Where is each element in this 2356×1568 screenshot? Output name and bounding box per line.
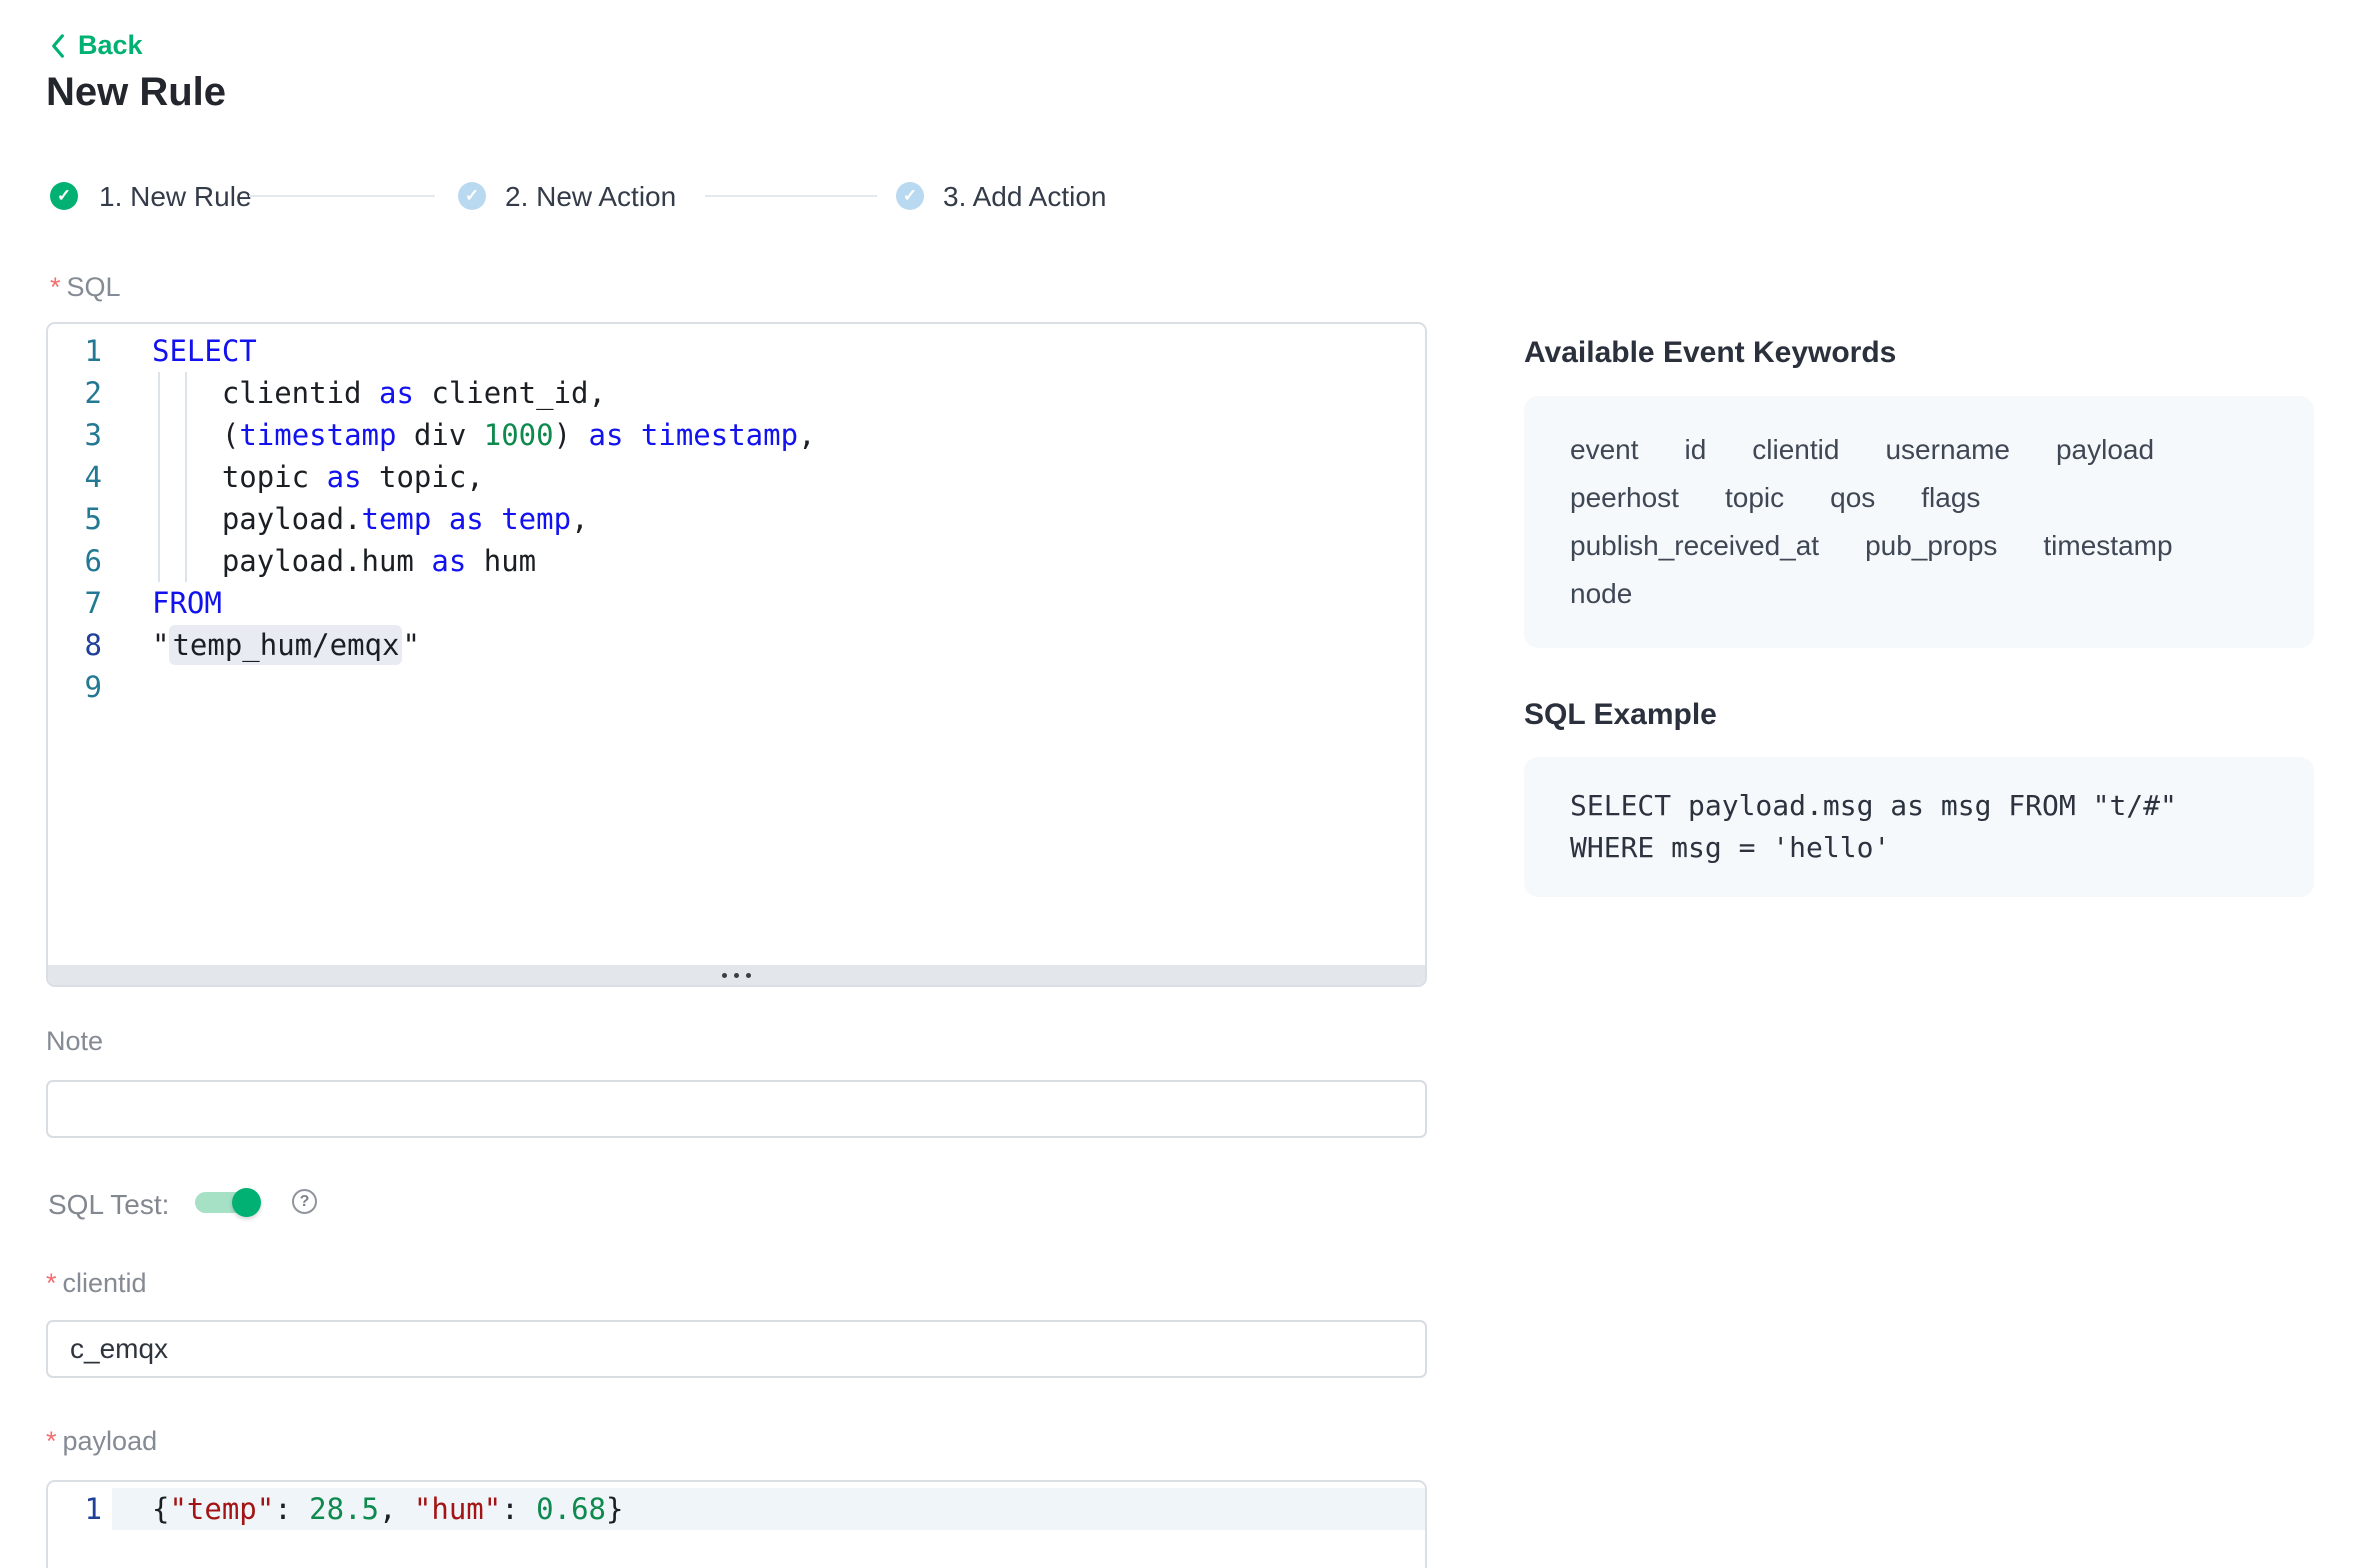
sql-field-label: *SQL	[50, 272, 121, 303]
code-line[interactable]: 1SELECT	[48, 330, 1425, 372]
line-number: 3	[48, 414, 112, 456]
clientid-input[interactable]: c_emqx	[46, 1320, 1427, 1378]
line-number: 1	[48, 330, 112, 372]
step-connector	[249, 195, 435, 197]
code-line[interactable]: 8"temp_hum/emqx"	[48, 624, 1425, 666]
editor-resize-handle[interactable]	[48, 965, 1425, 985]
new-rule-page: Back New Rule ✓ 1. New Rule ✓ 2. New Act…	[0, 0, 2356, 1568]
code-line[interactable]: 3 (timestamp div 1000) as timestamp,	[48, 414, 1425, 456]
required-asterisk: *	[46, 1426, 57, 1456]
step-1-label[interactable]: 1. New Rule	[99, 183, 252, 211]
required-asterisk: *	[50, 272, 61, 302]
keyword-item: peerhost	[1570, 482, 1679, 514]
sql-code-lines[interactable]: 1SELECT2 clientid as client_id,3 (timest…	[48, 324, 1425, 708]
sql-example-panel: SELECT payload.msg as msg FROM "t/#"WHER…	[1524, 757, 2314, 897]
toggle-knob-icon	[232, 1188, 261, 1217]
step-1-check-icon[interactable]: ✓	[50, 182, 78, 210]
code-line[interactable]: 2 clientid as client_id,	[48, 372, 1425, 414]
payload-code-lines[interactable]: 1{"temp": 28.5, "hum": 0.68}	[48, 1482, 1425, 1530]
keyword-item: clientid	[1752, 434, 1839, 466]
note-field-label: Note	[46, 1026, 103, 1057]
keyword-item: username	[1885, 434, 2010, 466]
line-number: 4	[48, 456, 112, 498]
step-3-check-icon[interactable]: ✓	[896, 182, 924, 210]
code-line[interactable]: 5 payload.temp as temp,	[48, 498, 1425, 540]
keyword-item: publish_received_at	[1570, 530, 1819, 562]
code-line[interactable]: 6 payload.hum as hum	[48, 540, 1425, 582]
payload-field-label: *payload	[46, 1426, 157, 1457]
sql-test-toggle[interactable]	[195, 1192, 259, 1213]
required-asterisk: *	[46, 1268, 57, 1298]
sql-code-editor[interactable]: 1SELECT2 clientid as client_id,3 (timest…	[46, 322, 1427, 987]
keywords-panel: event id clientid username payload peerhost to…	[1524, 396, 2314, 648]
keyword-item: payload	[2056, 434, 2154, 466]
line-number: 8	[48, 624, 112, 666]
keywords-heading: Available Event Keywords	[1524, 336, 1896, 370]
step-2-label[interactable]: 2. New Action	[505, 183, 676, 211]
example-code-line: SELECT payload.msg as msg FROM "t/#"	[1570, 785, 2268, 827]
line-number: 7	[48, 582, 112, 624]
keyword-item: timestamp	[2043, 530, 2172, 562]
note-input[interactable]	[46, 1080, 1427, 1138]
step-3-label[interactable]: 3. Add Action	[943, 183, 1106, 211]
keyword-item: id	[1685, 434, 1707, 466]
payload-code-editor[interactable]: 1{"temp": 28.5, "hum": 0.68}	[46, 1480, 1427, 1568]
back-label: Back	[78, 30, 143, 61]
keyword-item: event	[1570, 434, 1639, 466]
example-code-line: WHERE msg = 'hello'	[1570, 827, 2268, 869]
keyword-item: topic	[1725, 482, 1784, 514]
keyword-item: pub_props	[1865, 530, 1997, 562]
line-number: 5	[48, 498, 112, 540]
line-number: 2	[48, 372, 112, 414]
code-line[interactable]: 4 topic as topic,	[48, 456, 1425, 498]
sql-example-heading: SQL Example	[1524, 698, 1717, 732]
keyword-item: qos	[1830, 482, 1875, 514]
code-line[interactable]: 7FROM	[48, 582, 1425, 624]
help-question-icon[interactable]: ?	[292, 1189, 317, 1214]
code-line[interactable]: 1{"temp": 28.5, "hum": 0.68}	[48, 1488, 1425, 1530]
line-number: 1	[48, 1488, 112, 1530]
step-2-check-icon[interactable]: ✓	[458, 182, 486, 210]
keyword-item: node	[1570, 578, 1632, 610]
step-connector	[705, 195, 877, 197]
line-number: 9	[48, 666, 112, 708]
back-button[interactable]: Back	[48, 30, 143, 61]
line-number: 6	[48, 540, 112, 582]
page-title: New Rule	[46, 70, 226, 115]
chevron-left-icon	[48, 33, 68, 59]
clientid-field-label: *clientid	[46, 1268, 147, 1299]
sql-test-label: SQL Test:	[48, 1189, 169, 1221]
keyword-item: flags	[1921, 482, 1980, 514]
code-line[interactable]: 9	[48, 666, 1425, 708]
